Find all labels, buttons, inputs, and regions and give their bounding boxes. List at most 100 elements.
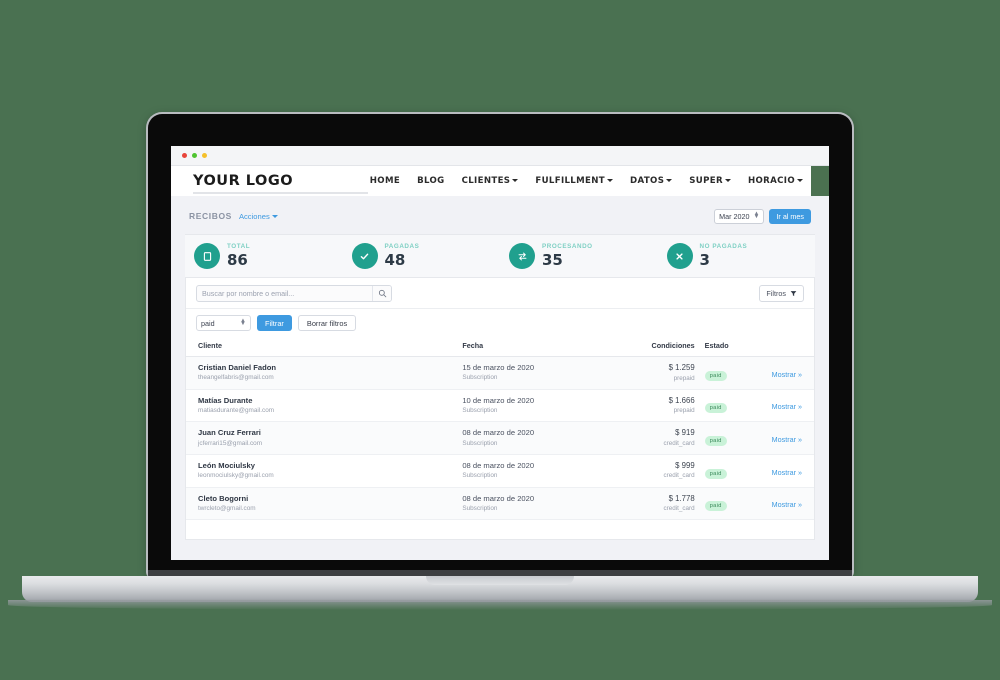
laptop-shadow: [8, 600, 992, 610]
table-row[interactable]: León Mociulsky leonmociulsky@gmail.com 0…: [186, 454, 814, 488]
stat-label-no-pagadas: NO PAGADAS: [699, 243, 748, 251]
month-value: Mar 2020: [719, 211, 750, 221]
receipt-date: 08 de marzo de 2020: [462, 460, 535, 470]
stepper-icon: ▲ ▼: [240, 318, 246, 327]
cell-actions: Mostrar »: [751, 389, 814, 423]
cell-fecha: 08 de marzo de 2020 Subscription: [462, 487, 614, 521]
mostrar-link[interactable]: Mostrar »: [772, 370, 802, 379]
column-header-fecha: Fecha: [462, 337, 614, 357]
client-email: leonmociulsky@gmail.com: [198, 472, 274, 480]
mostrar-link[interactable]: Mostrar »: [772, 435, 802, 444]
search-icon[interactable]: [372, 285, 391, 301]
chevron-down-icon: [797, 179, 803, 182]
filtros-label: Filtros: [766, 288, 786, 298]
cell-cliente: Cleto Bogorni twrcleto@gmail.com: [186, 487, 463, 521]
column-header-actions: [751, 337, 814, 357]
table-row[interactable]: Cleto Bogorni twrcleto@gmail.com 08 de m…: [186, 487, 814, 521]
table-row[interactable]: Matías Durante matiasdurante@gmail.com 1…: [186, 389, 814, 423]
status-filter-value: paid: [201, 318, 215, 328]
search-input[interactable]: [197, 285, 372, 301]
client-name: Cristian Daniel Fadon: [198, 363, 277, 373]
search-field-wrapper: [196, 284, 392, 302]
client-email: matiasdurante@gmail.com: [198, 406, 275, 414]
cell-fecha: 08 de marzo de 2020 Subscription: [462, 421, 614, 455]
avatar[interactable]: [811, 166, 829, 196]
status-badge: paid: [704, 468, 727, 479]
acciones-dropdown[interactable]: Acciones: [239, 212, 278, 221]
stat-value-total: 86: [227, 250, 248, 269]
client-name: León Mociulsky: [198, 460, 255, 470]
nav-item-blog[interactable]: BLOG: [417, 176, 444, 186]
nav-label-datos: DATOS: [630, 176, 665, 186]
column-header-cliente: Cliente: [186, 337, 463, 357]
nav-item-horacio[interactable]: HORACIO: [748, 176, 803, 186]
brand-logo[interactable]: YOUR LOGO: [193, 173, 293, 189]
window-maximize-dot[interactable]: [192, 153, 197, 158]
receipt-date: 15 de marzo de 2020: [462, 363, 535, 373]
page-body: RECIBOS Acciones Mar 2020 ▲▼ Ir al mes: [171, 196, 829, 560]
window-close-dot[interactable]: [182, 153, 187, 158]
status-badge: paid: [704, 403, 727, 414]
document-icon: [194, 243, 220, 269]
cell-cliente: Matías Durante matiasdurante@gmail.com: [186, 389, 463, 423]
acciones-label: Acciones: [238, 211, 270, 221]
nav-item-fulfillment[interactable]: FULFILLMENT: [535, 176, 614, 186]
mostrar-link[interactable]: Mostrar »: [772, 500, 802, 509]
receipt-amount: $ 1.259: [668, 363, 695, 372]
receipt-type: Subscription: [462, 374, 498, 382]
payment-method: credit_card: [663, 439, 695, 447]
filtros-button[interactable]: Filtros: [759, 284, 804, 302]
table-header-row: Cliente Fecha Condiciones Estado: [186, 337, 814, 357]
stat-label-pagadas: PAGADAS: [384, 243, 420, 251]
nav-item-super[interactable]: SUPER: [689, 176, 731, 186]
client-name: Matías Durante: [198, 395, 253, 405]
window-minimize-dot[interactable]: [202, 153, 207, 158]
cell-estado: paid: [694, 487, 752, 521]
cell-actions: Mostrar »: [751, 487, 814, 521]
content-card: Filtros paid ▲▼ Filtrar Borrar filtros: [185, 278, 815, 540]
browser-screen: YOUR LOGO HOME BLOG CLIENTES FULFILLMENT…: [171, 146, 829, 560]
table-row[interactable]: Cristian Daniel Fadon theangelfabris@gma…: [186, 356, 814, 390]
status-badge: paid: [704, 370, 727, 381]
nav-label-fulfillment: FULFILLMENT: [535, 176, 606, 186]
cell-cliente: León Mociulsky leonmociulsky@gmail.com: [186, 454, 463, 488]
apply-filter-button[interactable]: Filtrar: [257, 315, 292, 331]
receipt-type: Subscription: [462, 472, 498, 480]
cell-cliente: Cristian Daniel Fadon theangelfabris@gma…: [186, 356, 463, 390]
nav-label-horacio: HORACIO: [747, 176, 795, 186]
cell-fecha: 15 de marzo de 2020 Subscription: [462, 356, 614, 390]
nav-item-datos[interactable]: DATOS: [630, 176, 673, 186]
stat-card-total: TOTAL 86: [185, 243, 343, 269]
cell-condiciones: $ 1.778 credit_card: [613, 487, 695, 521]
breadcrumb: RECIBOS Acciones Mar 2020 ▲ ▼ Ir al mes: [185, 205, 815, 227]
status-filter-select[interactable]: paid ▲ ▼: [196, 315, 251, 331]
receipt-type: Subscription: [462, 504, 498, 512]
stat-label-procesando: PROCESANDO: [542, 243, 593, 251]
stat-card-procesando: PROCESANDO 35: [500, 243, 658, 269]
receipt-date: 10 de marzo de 2020: [462, 395, 535, 405]
table-row[interactable]: Juan Cruz Ferrari jcferrari15@gmail.com …: [186, 421, 814, 455]
receipt-amount: $ 999: [675, 460, 695, 470]
clear-filters-button[interactable]: Borrar filtros: [297, 315, 357, 331]
goto-month-button[interactable]: Ir al mes: [769, 208, 811, 224]
nav-item-home[interactable]: HOME: [370, 176, 400, 186]
cell-estado: paid: [694, 356, 752, 390]
payment-method: prepaid: [673, 407, 695, 415]
client-name: Cleto Bogorni: [198, 493, 249, 503]
laptop-mockup: YOUR LOGO HOME BLOG CLIENTES FULFILLMENT…: [0, 0, 1000, 680]
receipt-amount: $ 1.778: [668, 493, 695, 503]
funnel-icon: [790, 290, 797, 296]
mostrar-link[interactable]: Mostrar »: [772, 468, 802, 477]
month-selector[interactable]: Mar 2020 ▲ ▼: [714, 208, 765, 224]
nav-item-clientes[interactable]: CLIENTES: [462, 176, 519, 186]
stat-card-pagadas: PAGADAS 48: [343, 243, 501, 269]
close-icon: [666, 243, 693, 269]
mostrar-link[interactable]: Mostrar »: [772, 402, 802, 411]
breadcrumb-controls: Mar 2020 ▲ ▼ Ir al mes: [714, 208, 811, 224]
cell-estado: paid: [694, 421, 752, 455]
payment-method: prepaid: [673, 374, 695, 382]
nav-label-home: HOME: [369, 176, 401, 186]
client-name: Juan Cruz Ferrari: [198, 428, 261, 438]
cell-condiciones: $ 1.259 prepaid: [613, 356, 695, 390]
client-email: jcferrari15@gmail.com: [198, 439, 263, 447]
